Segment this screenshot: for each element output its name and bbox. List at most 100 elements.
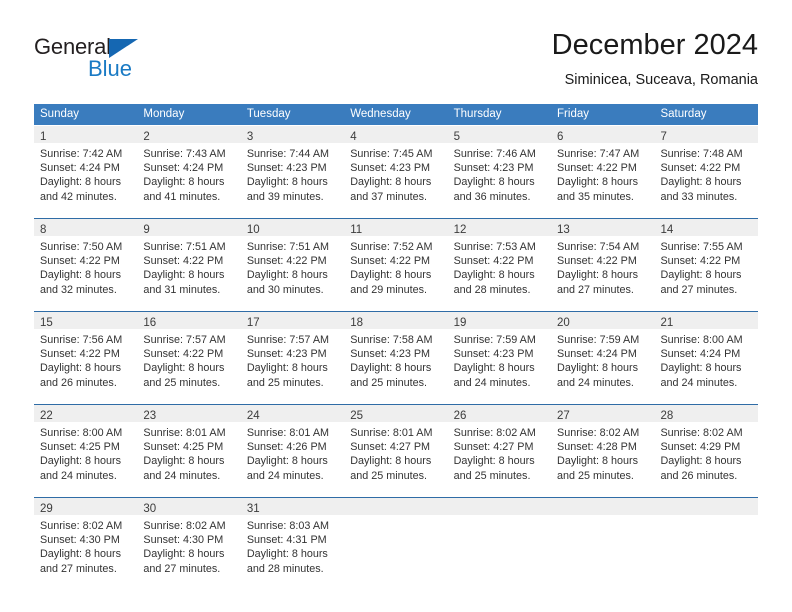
daylight-text-line1: Daylight: 8 hours	[143, 176, 225, 189]
weekday-header-saturday: Saturday	[660, 108, 707, 120]
sunrise-text: Sunrise: 8:03 AM	[246, 520, 330, 532]
day-cell[interactable]: 19 Sunrise: 7:59 AM Sunset: 4:23 PM Dayl…	[447, 312, 552, 394]
day-cell[interactable]: 14 Sunrise: 7:55 AM Sunset: 4:22 PM Dayl…	[654, 219, 758, 301]
sunrise-text: Sunrise: 7:56 AM	[40, 334, 123, 346]
day-number-band: 28	[654, 405, 758, 422]
day-number: 17	[246, 317, 260, 329]
day-cell[interactable]: 18 Sunrise: 7:58 AM Sunset: 4:23 PM Dayl…	[344, 312, 448, 394]
daylight-text-line1: Daylight: 8 hours	[660, 455, 742, 468]
daylight-text-line2: and 24 minutes.	[453, 376, 531, 389]
day-cell[interactable]: 20 Sunrise: 7:59 AM Sunset: 4:24 PM Dayl…	[551, 312, 655, 394]
daylight-text-line1: Daylight: 8 hours	[246, 176, 328, 189]
weekday-header-sunday: Sunday	[40, 108, 80, 120]
page-title: December 2024	[551, 29, 758, 61]
day-cell[interactable]: 4 Sunrise: 7:45 AM Sunset: 4:23 PM Dayli…	[344, 126, 448, 208]
day-number-band: 1	[34, 126, 138, 143]
day-cell[interactable]: 21 Sunrise: 8:00 AM Sunset: 4:24 PM Dayl…	[654, 312, 758, 394]
sunset-text: Sunset: 4:24 PM	[660, 348, 741, 361]
day-details: Sunrise: 7:58 AM Sunset: 4:23 PM Dayligh…	[344, 329, 447, 390]
day-cell[interactable]: 15 Sunrise: 7:56 AM Sunset: 4:22 PM Dayl…	[34, 312, 138, 394]
day-details: Sunrise: 7:42 AM Sunset: 4:24 PM Dayligh…	[34, 143, 137, 204]
day-number-band: 17	[240, 312, 345, 329]
day-number-band: 25	[344, 405, 448, 422]
day-number: 28	[660, 410, 674, 422]
daylight-text-line2: and 26 minutes.	[660, 469, 738, 482]
day-cell[interactable]: 1 Sunrise: 7:42 AM Sunset: 4:24 PM Dayli…	[34, 126, 138, 208]
day-cell[interactable]: 8 Sunrise: 7:50 AM Sunset: 4:22 PM Dayli…	[34, 219, 138, 301]
sunset-text: Sunset: 4:23 PM	[350, 162, 431, 175]
sunrise-text: Sunrise: 7:46 AM	[453, 148, 536, 160]
day-cell[interactable]: 26 Sunrise: 8:02 AM Sunset: 4:27 PM Dayl…	[447, 405, 552, 487]
logo-text-blue: Blue	[88, 56, 133, 81]
daylight-text-line2: and 37 minutes.	[350, 190, 428, 203]
day-details	[551, 515, 654, 519]
day-cell[interactable]: 17 Sunrise: 7:57 AM Sunset: 4:23 PM Dayl…	[240, 312, 345, 394]
day-number-band: 7	[654, 126, 758, 143]
day-cell[interactable]: 27 Sunrise: 8:02 AM Sunset: 4:28 PM Dayl…	[551, 405, 655, 487]
sunset-text: Sunset: 4:25 PM	[40, 441, 120, 454]
day-cell[interactable]: 23 Sunrise: 8:01 AM Sunset: 4:25 PM Dayl…	[137, 405, 241, 487]
sunset-text: Sunset: 4:24 PM	[40, 162, 120, 175]
daylight-text-line2: and 36 minutes.	[453, 190, 531, 203]
daylight-text-line2: and 25 minutes.	[453, 469, 531, 482]
daylight-text-line2: and 39 minutes.	[246, 190, 324, 203]
sunset-text: Sunset: 4:26 PM	[246, 441, 327, 454]
sunset-text: Sunset: 4:23 PM	[350, 348, 431, 361]
day-number-band: 9	[137, 219, 241, 236]
day-number-band: 12	[447, 219, 552, 236]
day-number: 18	[350, 317, 364, 329]
day-number-band: 23	[137, 405, 241, 422]
day-cell[interactable]: 16 Sunrise: 7:57 AM Sunset: 4:22 PM Dayl…	[137, 312, 241, 394]
day-number-band: 24	[240, 405, 345, 422]
day-cell[interactable]: 22 Sunrise: 8:00 AM Sunset: 4:25 PM Dayl…	[34, 405, 138, 487]
daylight-text-line2: and 24 minutes.	[40, 469, 117, 482]
day-details	[344, 515, 447, 519]
day-number: 14	[660, 224, 674, 236]
day-cell[interactable]: 11 Sunrise: 7:52 AM Sunset: 4:22 PM Dayl…	[344, 219, 448, 301]
day-cell[interactable]: 24 Sunrise: 8:01 AM Sunset: 4:26 PM Dayl…	[240, 405, 345, 487]
sunset-text: Sunset: 4:22 PM	[660, 162, 741, 175]
sunrise-text: Sunrise: 7:48 AM	[660, 148, 743, 160]
day-details: Sunrise: 7:46 AM Sunset: 4:23 PM Dayligh…	[448, 143, 551, 204]
week-row: 15 Sunrise: 7:56 AM Sunset: 4:22 PM Dayl…	[34, 311, 758, 394]
sunrise-text: Sunrise: 8:02 AM	[557, 427, 640, 439]
general-blue-logo[interactable]: General Blue	[34, 34, 254, 90]
day-cell[interactable]: 10 Sunrise: 7:51 AM Sunset: 4:22 PM Dayl…	[240, 219, 345, 301]
day-number: 5	[453, 131, 461, 143]
day-cell[interactable]: 13 Sunrise: 7:54 AM Sunset: 4:22 PM Dayl…	[551, 219, 655, 301]
day-cell[interactable]: 7 Sunrise: 7:48 AM Sunset: 4:22 PM Dayli…	[654, 126, 758, 208]
daylight-text-line1: Daylight: 8 hours	[143, 548, 225, 561]
sunrise-text: Sunrise: 7:42 AM	[40, 148, 123, 160]
weekday-header-wednesday: Wednesday	[350, 108, 411, 120]
day-details: Sunrise: 7:44 AM Sunset: 4:23 PM Dayligh…	[241, 143, 344, 204]
sunset-text: Sunset: 4:27 PM	[453, 441, 534, 454]
sunrise-text: Sunrise: 7:51 AM	[143, 241, 226, 253]
sunrise-text: Sunrise: 8:02 AM	[40, 520, 123, 532]
sunrise-text: Sunrise: 7:52 AM	[350, 241, 433, 253]
day-number-band: 14	[654, 219, 758, 236]
day-cell[interactable]: 3 Sunrise: 7:44 AM Sunset: 4:23 PM Dayli…	[240, 126, 345, 208]
day-number-band: 20	[551, 312, 655, 329]
day-number-band: 13	[551, 219, 655, 236]
daylight-text-line2: and 35 minutes.	[557, 190, 634, 203]
day-cell[interactable]: 25 Sunrise: 8:01 AM Sunset: 4:27 PM Dayl…	[344, 405, 448, 487]
day-cell[interactable]: 30 Sunrise: 8:02 AM Sunset: 4:30 PM Dayl…	[137, 498, 241, 580]
sunrise-text: Sunrise: 7:59 AM	[453, 334, 536, 346]
day-number-band: 3	[240, 126, 345, 143]
day-cell[interactable]: 28 Sunrise: 8:02 AM Sunset: 4:29 PM Dayl…	[654, 405, 758, 487]
day-number: 1	[40, 131, 47, 143]
day-cell[interactable]: 12 Sunrise: 7:53 AM Sunset: 4:22 PM Dayl…	[447, 219, 552, 301]
day-number-band: 30	[137, 498, 241, 515]
sunset-text: Sunset: 4:25 PM	[143, 441, 224, 454]
sunset-text: Sunset: 4:24 PM	[557, 348, 637, 361]
day-number: 20	[557, 317, 570, 329]
sunset-text: Sunset: 4:29 PM	[660, 441, 741, 454]
day-cell[interactable]: 5 Sunrise: 7:46 AM Sunset: 4:23 PM Dayli…	[447, 126, 552, 208]
day-cell[interactable]: 6 Sunrise: 7:47 AM Sunset: 4:22 PM Dayli…	[551, 126, 655, 208]
daylight-text-line1: Daylight: 8 hours	[557, 269, 639, 282]
day-cell[interactable]: 29 Sunrise: 8:02 AM Sunset: 4:30 PM Dayl…	[34, 498, 138, 580]
day-cell[interactable]: 2 Sunrise: 7:43 AM Sunset: 4:24 PM Dayli…	[137, 126, 241, 208]
day-cell[interactable]: 9 Sunrise: 7:51 AM Sunset: 4:22 PM Dayli…	[137, 219, 241, 301]
day-number-band	[344, 498, 448, 515]
day-cell[interactable]: 31 Sunrise: 8:03 AM Sunset: 4:31 PM Dayl…	[240, 498, 345, 580]
